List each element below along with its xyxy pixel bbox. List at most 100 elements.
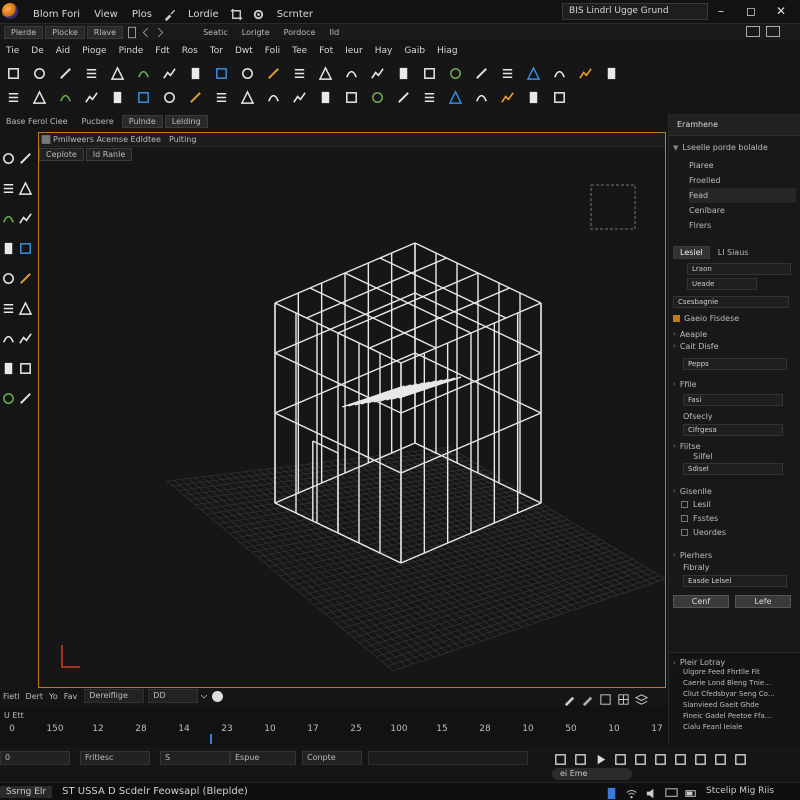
- text-icon[interactable]: [364, 87, 390, 107]
- angle-icon[interactable]: [286, 87, 312, 107]
- status-item-fav[interactable]: Fav: [64, 692, 78, 701]
- volume-icon[interactable]: [640, 783, 662, 800]
- tab-lesiel[interactable]: Lesiel: [673, 245, 710, 259]
- maximize-button[interactable]: ◻: [746, 4, 756, 18]
- status-item-fietl[interactable]: Fietl: [3, 692, 20, 701]
- sub2-item-1[interactable]: Sdisel: [683, 463, 783, 475]
- minimize-button[interactable]: –: [718, 4, 724, 18]
- menu-item-14[interactable]: Gaib: [398, 46, 431, 56]
- paint-icon[interactable]: [52, 87, 78, 107]
- tool-0-1-icon[interactable]: [17, 148, 33, 168]
- group2[interactable]: › Gisenlle: [673, 485, 796, 497]
- menu-item-11[interactable]: Fot: [313, 46, 339, 56]
- tab-ild[interactable]: Ild: [323, 27, 345, 38]
- tool-6-1-icon[interactable]: [17, 328, 33, 348]
- tl-field-4[interactable]: Conpte: [302, 751, 362, 765]
- close-button[interactable]: ✕: [776, 4, 786, 18]
- tab-pordoce[interactable]: Pordoce: [278, 27, 322, 38]
- group2-item-1[interactable]: Fsstes: [681, 511, 796, 525]
- skip-start-icon[interactable]: [550, 749, 570, 769]
- viewport[interactable]: Pmilweers Acemse Edldtee Pulting Ceplote…: [38, 132, 666, 688]
- checkbox[interactable]: [681, 500, 688, 508]
- table-icon[interactable]: [182, 63, 208, 83]
- checkbox[interactable]: [681, 528, 688, 536]
- tl-field-1[interactable]: Fritlesc: [80, 751, 150, 765]
- stack-icon[interactable]: [494, 87, 520, 107]
- person-icon[interactable]: [312, 87, 338, 107]
- menu-scrnter[interactable]: Scrnter: [270, 9, 320, 20]
- tool-2-0-icon[interactable]: [0, 208, 16, 228]
- playhead[interactable]: [210, 734, 212, 744]
- tl-field-2[interactable]: S: [160, 751, 230, 765]
- menu-item-5[interactable]: Fdt: [149, 46, 175, 56]
- tool-6-0-icon[interactable]: [0, 328, 16, 348]
- align-icon[interactable]: [338, 87, 364, 107]
- tool-7-1-icon[interactable]: [17, 358, 33, 378]
- menu-item-4[interactable]: Pinde: [113, 46, 150, 56]
- wand-icon[interactable]: [598, 63, 624, 83]
- link-icon[interactable]: [572, 63, 598, 83]
- field-ueade[interactable]: Ueade: [687, 278, 757, 290]
- sub2-item-0[interactable]: Silfel: [693, 452, 796, 461]
- page-icon[interactable]: [26, 63, 52, 83]
- list-icon[interactable]: [260, 63, 286, 83]
- bezier-icon[interactable]: [0, 87, 26, 107]
- checkbox[interactable]: [681, 514, 688, 522]
- curve2-icon[interactable]: [234, 87, 260, 107]
- tool-8-1-icon[interactable]: [17, 388, 33, 408]
- group2-item-2[interactable]: Ueordes: [681, 525, 796, 539]
- select-pepps[interactable]: Pepps: [683, 358, 787, 370]
- record-icon[interactable]: [670, 749, 690, 769]
- menu-item-6[interactable]: Ros: [176, 46, 204, 56]
- menu-item-7[interactable]: Tor: [204, 46, 229, 56]
- wave-icon[interactable]: [26, 87, 52, 107]
- triangle-icon[interactable]: [286, 63, 312, 83]
- skip-end-icon[interactable]: [630, 749, 650, 769]
- tool-7-0-icon[interactable]: [0, 358, 16, 378]
- line-icon[interactable]: [468, 87, 494, 107]
- undo-icon[interactable]: [442, 87, 468, 107]
- tool-3-0-icon[interactable]: [0, 238, 16, 258]
- tool-0-0-icon[interactable]: [0, 148, 16, 168]
- menu-lordie[interactable]: Lordie: [181, 9, 226, 20]
- select-cifrgesa[interactable]: Cifrgesa: [683, 424, 783, 436]
- menu-item-8[interactable]: Dwt: [229, 46, 259, 56]
- chart-icon[interactable]: [104, 87, 130, 107]
- group3-select[interactable]: Easde Lelsel: [683, 575, 787, 587]
- status-field-2[interactable]: DD: [148, 689, 199, 703]
- menu-view[interactable]: View: [87, 9, 125, 20]
- section-aeaple[interactable]: › Aeaple: [673, 328, 796, 340]
- window-icon[interactable]: [746, 26, 760, 37]
- scissors-icon[interactable]: [234, 63, 260, 83]
- key-icon[interactable]: [710, 749, 730, 769]
- tl-field-3[interactable]: Espue: [230, 751, 296, 765]
- tab-lelding[interactable]: Lelding: [164, 114, 208, 128]
- section1-item-4[interactable]: Flrers: [689, 218, 796, 233]
- info-icon[interactable]: [212, 690, 224, 702]
- tool-1-0-icon[interactable]: [0, 178, 16, 198]
- arrow-icon[interactable]: [390, 87, 416, 107]
- tab-base-ferol[interactable]: Base Ferol Ciee: [0, 116, 74, 127]
- ruler-icon[interactable]: [494, 63, 520, 83]
- loop-icon[interactable]: [650, 749, 670, 769]
- magnify-icon[interactable]: [78, 63, 104, 83]
- section-cait[interactable]: › Cait Disfe: [673, 340, 796, 352]
- curve-icon[interactable]: [338, 63, 364, 83]
- tl-field-0[interactable]: 0: [0, 751, 70, 765]
- menu-item-10[interactable]: Tee: [286, 46, 313, 56]
- sub-ffile[interactable]: › Ffile: [673, 378, 796, 390]
- battery-icon[interactable]: [680, 783, 702, 800]
- tab-seatic[interactable]: Seatic: [197, 27, 234, 38]
- ellipse-icon[interactable]: [312, 63, 338, 83]
- next-icon[interactable]: [610, 749, 630, 769]
- tab-ll-siaus[interactable]: Ll Siaus: [712, 247, 755, 258]
- target-icon[interactable]: [52, 63, 78, 83]
- hand-icon[interactable]: [104, 63, 130, 83]
- bucket-icon[interactable]: [78, 87, 104, 107]
- settings-icon[interactable]: [730, 749, 750, 769]
- brush-icon[interactable]: [159, 4, 181, 24]
- status-field[interactable]: Dereiflige: [84, 689, 145, 703]
- group-gaeio[interactable]: Gaeio Fisdese: [673, 312, 796, 324]
- search-input[interactable]: BIS Lindrl Ugge Grund: [562, 3, 708, 20]
- gear-icon[interactable]: [248, 4, 270, 24]
